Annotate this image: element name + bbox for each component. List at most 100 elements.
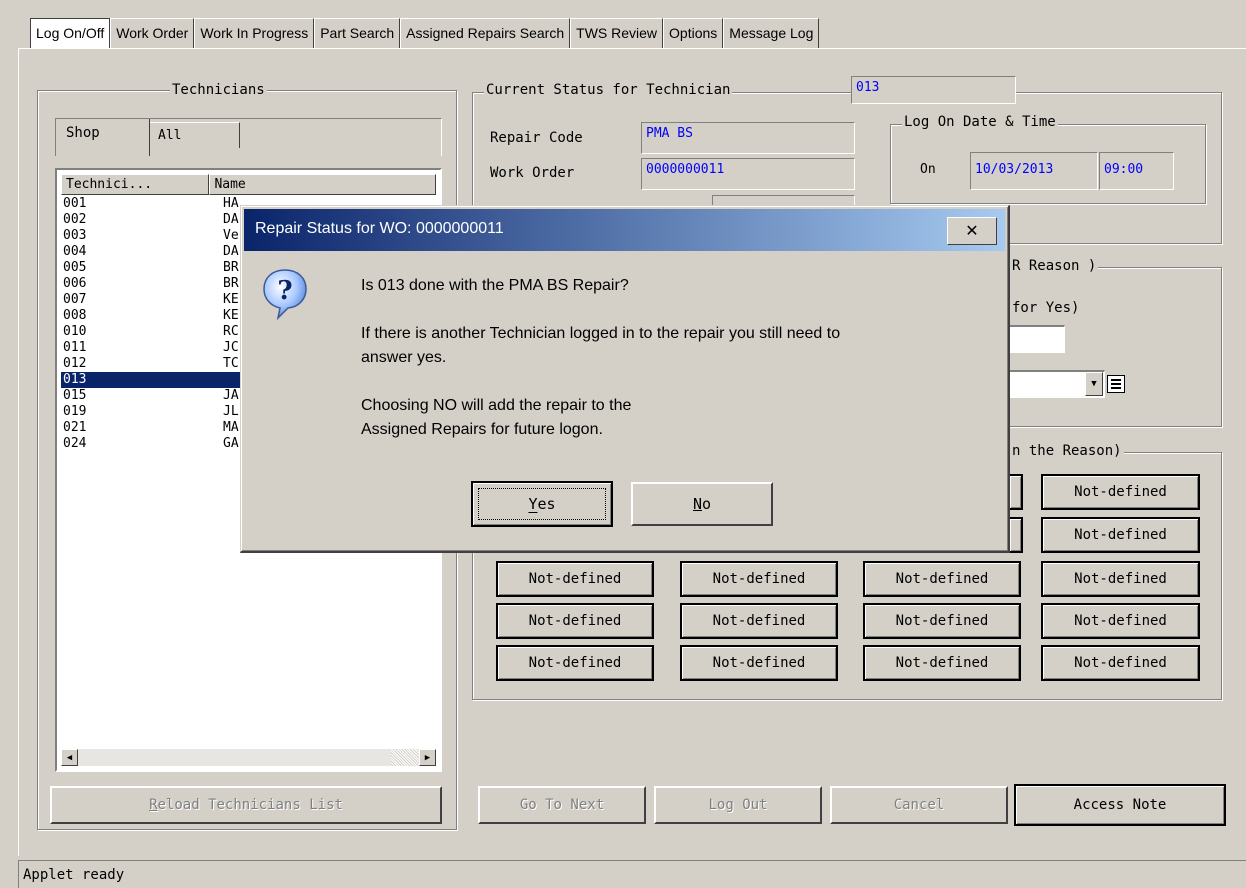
svg-text:?: ? (277, 276, 292, 306)
technician-id: 010 (63, 324, 87, 339)
technician-id: 019 (63, 404, 87, 419)
repair-code-field: PMA BS (641, 122, 855, 154)
reason-group-label: R Reason ) (1010, 258, 1099, 274)
reason-button[interactable]: Not-defined (1041, 603, 1200, 639)
tab-message-log[interactable]: Message Log (723, 18, 820, 48)
reason-button[interactable]: Not-defined (680, 561, 838, 597)
access-note-button[interactable]: Access Note (1014, 784, 1226, 826)
technician-id: 015 (63, 388, 87, 403)
work-order-label: Work Order (490, 165, 575, 181)
technician-id: 002 (63, 212, 87, 227)
technician-id: 021 (63, 420, 87, 435)
reason-button[interactable]: Not-defined (863, 561, 1021, 597)
reason-button-label: Not-defined (712, 613, 806, 629)
col-header-name[interactable]: Name (209, 174, 436, 195)
current-status-label: Current Status for Technician (484, 82, 733, 98)
technician-id: 012 (63, 356, 87, 371)
tab-log-on-off[interactable]: Log On/Off (30, 18, 111, 49)
technician-id: 003 (63, 228, 87, 243)
logon-datetime-label: Log On Date & Time (902, 114, 1058, 130)
reason-button-label: Not-defined (1074, 613, 1167, 629)
repair-code-label: Repair Code (490, 130, 583, 146)
dialog-line2a: If there is another Technician logged in… (361, 325, 841, 342)
technician-id: 013 (63, 372, 87, 387)
arrow-right-icon: ▶ (424, 752, 431, 763)
technician-id: 001 (63, 196, 87, 211)
technician-field: 013 (851, 76, 1016, 104)
cancel-label: Cancel (893, 797, 945, 813)
reason-button[interactable]: Not-defined (496, 603, 654, 639)
technician-id: 005 (63, 260, 87, 275)
logon-time-field: 09:00 (1099, 152, 1174, 190)
reason-dropdown-button[interactable]: ▼ (1085, 372, 1103, 396)
technician-id: 008 (63, 308, 87, 323)
dialog-close-button[interactable]: ✕ (947, 217, 997, 245)
main-tabs: Log On/Off Work Order Work In Progress P… (30, 18, 820, 49)
tab-tws-review[interactable]: TWS Review (570, 18, 664, 48)
focus-rect (478, 488, 606, 520)
go-to-next-button[interactable]: Go To Next (478, 786, 646, 824)
reason-grid-label: n the Reason) (1010, 443, 1124, 459)
scroll-left-button[interactable]: ◀ (61, 749, 78, 766)
reason-button[interactable]: Not-defined (863, 603, 1021, 639)
tab-work-order[interactable]: Work Order (110, 18, 195, 48)
reason-button-partial[interactable] (1008, 474, 1023, 510)
scroll-right-button[interactable]: ▶ (419, 749, 436, 766)
work-order-field: 0000000011 (641, 158, 855, 190)
subtab-shop-label: Shop (66, 125, 100, 141)
technician-id: 006 (63, 276, 87, 291)
question-icon: ? (261, 268, 309, 321)
reason-button-label: Not-defined (895, 571, 989, 587)
reason-button[interactable]: Not-defined (680, 645, 838, 681)
log-out-button[interactable]: Log Out (654, 786, 822, 824)
reason-button[interactable]: Not-defined (496, 645, 654, 681)
dialog-yes-button[interactable]: Yes (471, 481, 613, 527)
reason-button-label: Not-defined (528, 655, 622, 671)
horizontal-scrollbar[interactable]: ◀ ▶ (61, 749, 436, 766)
chevron-down-icon: ▼ (1091, 379, 1097, 389)
for-yes-label: for Yes) (1012, 300, 1080, 316)
logon-date-field: 10/03/2013 (970, 152, 1098, 190)
subtab-shop[interactable]: Shop (56, 119, 150, 156)
reason-button[interactable]: Not-defined (1041, 474, 1200, 510)
cancel-button[interactable]: Cancel (830, 786, 1008, 824)
reason-button-label: Not-defined (1074, 484, 1167, 500)
log-out-label: Log Out (708, 797, 768, 813)
dialog-line1: Is 013 done with the PMA BS Repair? (361, 277, 629, 294)
tab-assigned-repairs-search[interactable]: Assigned Repairs Search (400, 18, 571, 48)
status-bar-text: Applet ready (23, 867, 125, 883)
arrow-left-icon: ◀ (66, 752, 73, 763)
dialog-titlebar[interactable]: Repair Status for WO: 0000000011 ✕ (244, 209, 1005, 251)
reason-button-label: Not-defined (528, 613, 622, 629)
tab-options[interactable]: Options (663, 18, 724, 48)
close-icon: ✕ (965, 223, 979, 240)
reason-button[interactable]: Not-defined (680, 603, 838, 639)
dialog-line2b: answer yes. (361, 349, 447, 366)
tab-work-in-progress[interactable]: Work In Progress (194, 18, 315, 48)
reason-button-label: Not-defined (1074, 655, 1167, 671)
technicians-group-label: Technicians (170, 82, 267, 98)
scroll-thumb[interactable] (391, 749, 421, 766)
dialog-title: Repair Status for WO: 0000000011 (255, 220, 504, 237)
reason-button-label: Not-defined (895, 655, 989, 671)
reason-button[interactable]: Not-defined (496, 561, 654, 597)
dialog-line3a: Choosing NO will add the repair to the (361, 397, 632, 414)
technician-id: 007 (63, 292, 87, 307)
reason-button-partial[interactable] (1008, 517, 1023, 553)
reason-button[interactable]: Not-defined (1041, 517, 1200, 553)
reason-list-icon[interactable] (1107, 375, 1125, 393)
dialog-no-button[interactable]: No (631, 482, 773, 526)
list-header: Technici... Name (61, 174, 436, 195)
reason-button[interactable]: Not-defined (1041, 645, 1200, 681)
col-header-technician[interactable]: Technici... (61, 174, 210, 195)
on-label: On (920, 162, 936, 177)
tab-part-search[interactable]: Part Search (314, 18, 401, 48)
technician-id: 011 (63, 340, 87, 355)
reason-button-label: Not-defined (1074, 571, 1167, 587)
reload-technicians-button[interactable]: Reload Technicians List (50, 786, 442, 824)
reason-button[interactable]: Not-defined (863, 645, 1021, 681)
technician-id: 024 (63, 436, 87, 451)
dialog-line3b: Assigned Repairs for future logon. (361, 421, 603, 438)
reason-button[interactable]: Not-defined (1041, 561, 1200, 597)
subtab-all[interactable]: All (150, 122, 240, 148)
